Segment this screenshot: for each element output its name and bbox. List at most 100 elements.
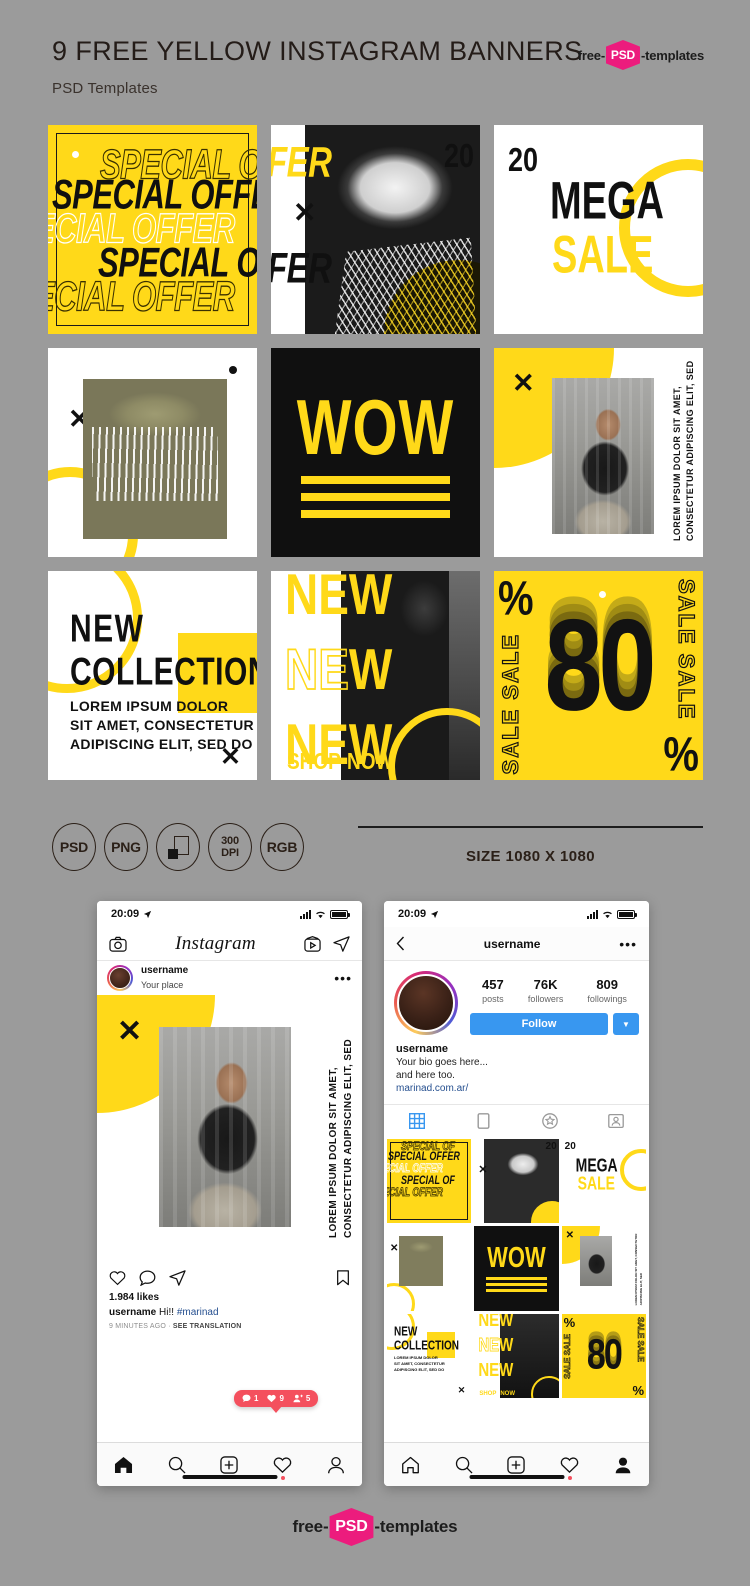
grid-post[interactable]: % SALE SALE 80 SALE SALE %	[561, 1313, 646, 1399]
search-icon[interactable]	[168, 1456, 186, 1474]
badge-psd: PSD	[52, 823, 96, 871]
profile-post-grid: SPECIAL OF SPECIAL OFFER ECIAL OFFER SPE…	[384, 1136, 649, 1401]
brand-prefix: free-	[292, 1517, 329, 1536]
post-caption: username Hi!! #marinad	[109, 1307, 350, 1318]
stat-posts[interactable]: 457 posts	[482, 977, 504, 1004]
cta-shop: SHOP	[287, 749, 341, 775]
bookmark-icon[interactable]	[336, 1270, 350, 1286]
bio-line-2: and here too.	[396, 1070, 455, 1081]
banner-new-new-new[interactable]: NEW NEW NEW SHOP NOW	[271, 571, 480, 780]
banner-line-collection: COLLECTION	[70, 650, 257, 694]
vertical-lorem-text: LOREM IPSUM DOLOR SIT AMET, CONSECTETUR …	[328, 1038, 354, 1238]
caption-text: Hi!!	[156, 1307, 177, 1318]
decor-dot	[72, 151, 79, 158]
camera-icon[interactable]	[109, 936, 127, 952]
badge-dpi: 300 DPI	[208, 823, 252, 871]
grid-post[interactable]: ✕ LOREM IPSUM DOLOR SIT AMET, CONSECTETU…	[561, 1226, 646, 1311]
post-image[interactable]: ✕ LOREM IPSUM DOLOR SIT AMET, CONSECTETU…	[97, 995, 362, 1260]
add-post-icon[interactable]	[220, 1455, 239, 1474]
heart-icon[interactable]	[109, 1270, 126, 1286]
banner-line-new: NEW	[70, 607, 145, 651]
comment-icon[interactable]	[139, 1270, 156, 1286]
bio-url-link[interactable]: marinad.com.ar/	[396, 1083, 637, 1094]
post-username[interactable]: username	[141, 965, 326, 977]
profile-stats-row: 457 posts 76K followers 809 followings F…	[384, 961, 649, 1035]
activity-icon[interactable]	[273, 1456, 292, 1474]
post-location[interactable]: Your place	[141, 979, 326, 991]
activity-badge-dot	[280, 1475, 285, 1480]
grid-post[interactable]: ✕	[387, 1226, 472, 1311]
grid-post[interactable]: NEW NEW NEW SHOP NOW	[474, 1313, 559, 1399]
cross-icon: ✕	[293, 197, 317, 228]
igtv-icon[interactable]	[304, 935, 321, 952]
banner-eighty-percent[interactable]: % SALE SALE 80 SALE SALE %	[494, 571, 703, 780]
more-options-icon[interactable]: •••	[619, 937, 637, 951]
banner-bucket-hat[interactable]: ✕	[48, 348, 257, 557]
tab-reels[interactable]	[450, 1112, 516, 1129]
caption-username[interactable]: username	[109, 1307, 156, 1318]
home-icon[interactable]	[114, 1456, 133, 1474]
banner-hat-model[interactable]: FER FER 20 ✕	[271, 125, 480, 334]
tab-guides[interactable]	[517, 1112, 583, 1129]
send-icon[interactable]	[333, 935, 350, 952]
banner-mega-sale[interactable]: 20 MEGA SALE	[494, 125, 703, 334]
profile-icon[interactable]	[614, 1456, 632, 1474]
follow-button[interactable]: Follow	[470, 1013, 608, 1035]
send-icon[interactable]	[169, 1270, 186, 1286]
cross-icon: ✕	[390, 1243, 399, 1255]
dpi-value: 300	[221, 835, 239, 847]
search-icon[interactable]	[455, 1456, 473, 1474]
person-add-icon	[293, 1394, 303, 1403]
grid-post[interactable]: SPECIAL OF SPECIAL OFFER ECIAL OFFER SPE…	[387, 1139, 472, 1224]
profile-tabs	[384, 1104, 649, 1136]
banner-text-bottom: FER	[271, 243, 332, 292]
tagged-icon	[608, 1113, 624, 1128]
cross-icon: ✕	[117, 1015, 143, 1048]
back-chevron-icon[interactable]	[396, 936, 405, 951]
page-subtitle: PSD Templates	[52, 80, 158, 97]
avatar[interactable]	[107, 965, 133, 991]
add-post-icon[interactable]	[507, 1455, 526, 1474]
tab-grid[interactable]	[384, 1112, 450, 1129]
post-meta: 1.984 likes username Hi!! #marinad 9 MIN…	[97, 1290, 362, 1330]
notif-comments: 1	[242, 1394, 258, 1403]
stat-followers[interactable]: 76K followers	[528, 977, 564, 1004]
phone-mockup-profile: 20:09 username ••• 457 posts 76K followe…	[384, 901, 649, 1486]
see-translation-link[interactable]: SEE TRANSLATION	[173, 1323, 242, 1330]
vertical-lorem-text: LOREM IPSUM DOLOR SIT AMET, CONSECTETUR …	[672, 360, 695, 541]
avatar[interactable]	[394, 971, 458, 1035]
brand-suffix: -templates	[374, 1517, 458, 1536]
banner-seated-model[interactable]: ✕ LOREM IPSUM DOLOR SIT AMET, CONSECTETU…	[494, 348, 703, 557]
mini-vertical-text: LOREM IPSUM DOLOR SIT AMET, CONSECTETUR …	[634, 1233, 643, 1306]
caption-hashtag[interactable]: #marinad	[177, 1307, 219, 1318]
more-options-icon[interactable]: •••	[334, 971, 352, 985]
post-timestamp: 9 MINUTES AGO	[109, 1323, 167, 1330]
likes-count[interactable]: 1.984 likes	[109, 1292, 350, 1303]
battery-icon	[617, 909, 637, 919]
mini-sale: SALE	[577, 1172, 615, 1194]
tab-tagged[interactable]	[583, 1113, 649, 1129]
mini-w-2: W	[499, 1334, 514, 1356]
grid-post[interactable]: 20 MEGA SALE	[561, 1139, 646, 1224]
banner-new-collection[interactable]: NEW COLLECTION LOREM IPSUM DOLOR SIT AME…	[48, 571, 257, 780]
grid-post[interactable]: ✕ 20	[474, 1139, 559, 1224]
mini-new: NEW	[394, 1325, 418, 1340]
activity-icon[interactable]	[560, 1456, 579, 1474]
stat-followings[interactable]: 809 followings	[587, 977, 627, 1004]
banner-special-offer[interactable]: SPECIAL OF SPECIAL OFFER ECIAL OFFER SPE…	[48, 125, 257, 334]
profile-icon[interactable]	[327, 1456, 345, 1474]
notif-likes: 9	[267, 1394, 284, 1403]
layers-icon	[167, 835, 189, 859]
notification-pill[interactable]: 1 9 5	[234, 1390, 319, 1407]
profile-title: username	[483, 936, 541, 951]
home-icon[interactable]	[401, 1456, 420, 1474]
banner-wow[interactable]: WOW	[271, 348, 480, 557]
mini-cta-shop: SHOP	[479, 1391, 497, 1398]
model-photo	[83, 379, 227, 539]
grid-post[interactable]: WOW	[474, 1226, 559, 1311]
follow-row: Follow ▼	[470, 1013, 639, 1035]
chevron-down-icon[interactable]: ▼	[613, 1013, 639, 1035]
mini-cta-now: NOW	[500, 1391, 515, 1398]
grid-post[interactable]: NEW COLLECTION LOREM IPSUM DOLOR SIT AME…	[387, 1313, 472, 1399]
mini-number: 20	[564, 1141, 576, 1152]
